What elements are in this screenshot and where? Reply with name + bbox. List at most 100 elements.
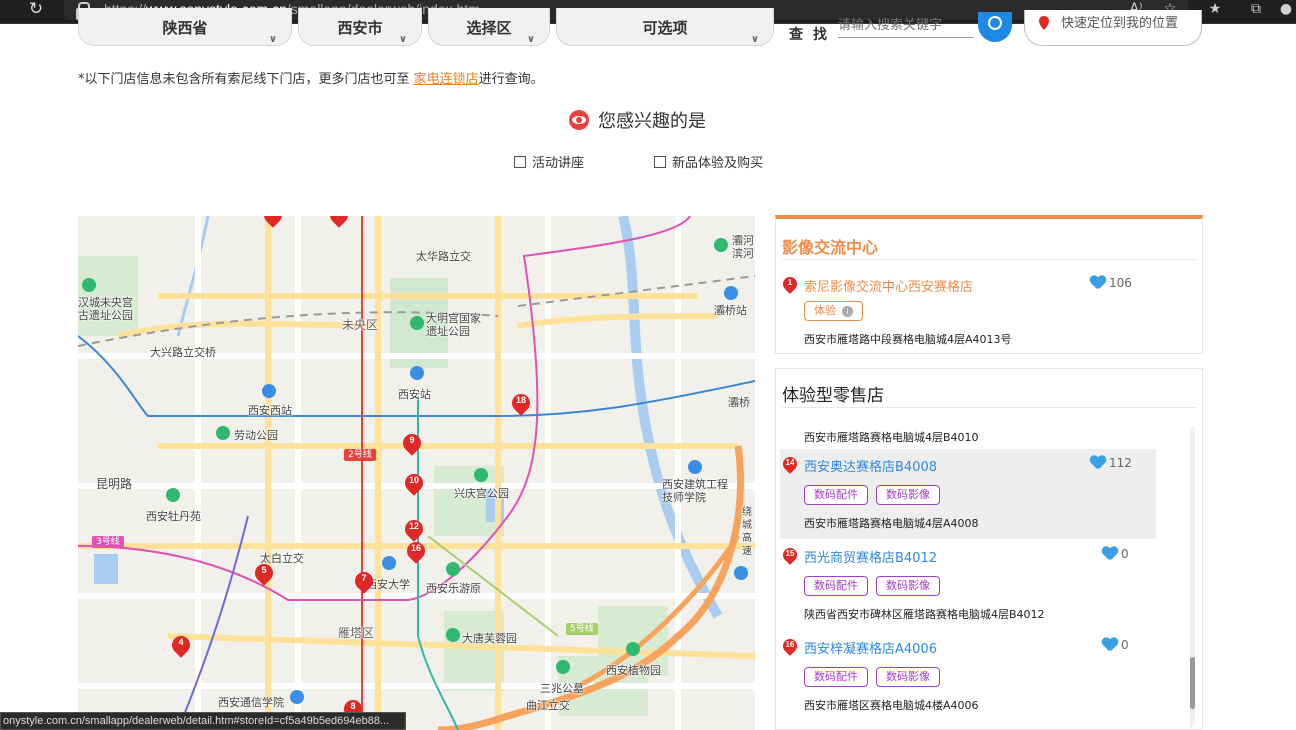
map-label: 汉城未央宫古遗址公园: [78, 296, 133, 322]
map-label: 兴庆宫公园: [454, 487, 509, 500]
map-label: 灞桥: [728, 396, 750, 409]
map-label: 曲江立交: [526, 699, 570, 712]
refresh-icon[interactable]: ↻: [26, 0, 46, 20]
store-name-link[interactable]: 索尼影像交流中心西安赛格店: [804, 276, 973, 295]
store-marker[interactable]: 16: [403, 538, 429, 566]
map-label: 西安乐游原: [426, 582, 481, 595]
map-label: 大唐芙蓉园: [462, 632, 517, 645]
chevron-down-icon: ∨: [526, 34, 535, 45]
store-marker[interactable]: [260, 216, 286, 230]
store-pin-icon: 1: [780, 274, 800, 297]
likes-count[interactable]: 0: [1102, 638, 1129, 652]
school-icon: [382, 556, 396, 570]
map-label: 三兆公墓: [540, 682, 584, 695]
experience-tag[interactable]: 体验 i: [804, 301, 863, 321]
status-link-preview: onystyle.com.cn/smallapp/dealerweb/detai…: [0, 712, 406, 730]
service-tag[interactable]: 数码配件: [804, 485, 868, 505]
store-item[interactable]: 14 西安奥达赛格店B4008 112 数码配件 数码影像 西安市雁塔路赛格电脑…: [780, 449, 1156, 539]
optional-select[interactable]: 可选项 ∨: [556, 8, 774, 46]
likes-count[interactable]: 0: [1102, 547, 1129, 561]
store-address: 陕西省西安市碑林区雁塔路赛格电脑城4层B4012: [804, 608, 1045, 621]
park-icon: [82, 278, 96, 292]
store-marker[interactable]: 5: [251, 560, 277, 588]
school-icon: [688, 460, 702, 474]
service-tag[interactable]: 数码影像: [876, 576, 940, 596]
metro-line-badge: 5号线: [566, 623, 598, 635]
locate-me-button[interactable]: 快速定位到我的位置: [1024, 10, 1202, 46]
store-marker[interactable]: 10: [401, 470, 427, 498]
scrollbar-thumb[interactable]: [1190, 657, 1195, 709]
metro-line-badge: 2号线: [344, 449, 376, 461]
chevron-down-icon: ∨: [268, 34, 277, 45]
store-marker[interactable]: 18: [508, 390, 534, 418]
divider: [782, 407, 1196, 408]
store-notice: *以下门店信息未包含所有索尼线下门店，更多门店也可至 家电连锁店进行查询。: [78, 72, 544, 87]
park-icon: [410, 316, 424, 330]
park-icon: [446, 562, 460, 576]
store-name-link[interactable]: 西安奥达赛格店B4008: [804, 456, 937, 475]
checkbox-lecture[interactable]: 活动讲座: [514, 152, 584, 171]
store-marker[interactable]: [326, 216, 352, 230]
map-label: 绕城高速: [742, 507, 752, 557]
store-map[interactable]: 太华路立交 未央区 大明宫国家遗址公园 汉城未央宫古遗址公园 大兴路立交桥 西安…: [78, 216, 755, 730]
store-item[interactable]: 15 西光商贸赛格店B4012 0 数码配件 数码影像 陕西省西安市碑林区雁塔路…: [780, 540, 1156, 630]
store-list-scrollbar[interactable]: [1190, 427, 1195, 727]
service-tag[interactable]: 数码配件: [804, 667, 868, 687]
map-label: 大明宫国家遗址公园: [426, 312, 481, 338]
store-name-link[interactable]: 西光商贸赛格店B4012: [804, 547, 937, 566]
chain-store-link[interactable]: 家电连锁店: [414, 72, 479, 87]
store-address: 西安市雁塔路中段赛格电脑城4层A4013号: [804, 333, 1012, 346]
store-pin-icon: 14: [780, 454, 800, 477]
map-label: 西安牡丹苑: [146, 510, 201, 523]
map-label: 大兴路立交桥: [150, 346, 216, 359]
store-marker[interactable]: 9: [399, 430, 425, 458]
checkbox-box[interactable]: [514, 155, 526, 168]
store-item[interactable]: 1 索尼影像交流中心西安赛格店 106 体验 i 西安市雁塔路中段赛格电脑城4层A…: [780, 269, 1156, 353]
store-address: 西安市雁塔路赛格电脑城4层B4010: [804, 431, 979, 444]
checkbox-box[interactable]: [654, 155, 666, 168]
info-icon[interactable]: i: [842, 305, 853, 317]
likes-count[interactable]: 106: [1090, 276, 1132, 290]
service-tag[interactable]: 数码配件: [804, 576, 868, 596]
heart-icon: [1102, 638, 1118, 652]
park-icon: [714, 238, 728, 252]
panel-title: 影像交流中心: [782, 238, 879, 257]
metro-line-badge: 3号线: [92, 536, 124, 548]
city-select[interactable]: 西安市 ∨: [298, 8, 422, 46]
train-station-icon: [734, 566, 748, 580]
service-tag[interactable]: 数码影像: [876, 485, 940, 505]
chevron-down-icon: ∨: [398, 34, 407, 45]
eye-icon: [569, 110, 589, 130]
search-button[interactable]: [978, 12, 1012, 42]
page: ↻ https://www.sonystyle.com.cn/smallapp/…: [0, 0, 1296, 730]
collections-icon[interactable]: ⧉: [1246, 0, 1266, 20]
heart-icon: [1102, 547, 1118, 561]
map-label: 昆明路: [96, 477, 133, 491]
district-select[interactable]: 选择区 ∨: [428, 8, 550, 46]
train-station-icon: [410, 366, 424, 380]
map-label: 西安植物园: [606, 664, 661, 677]
park-icon: [626, 642, 640, 656]
store-name-link[interactable]: 西安梓凝赛格店A4006: [804, 638, 937, 657]
favorites-icon[interactable]: ★: [1205, 0, 1225, 20]
profile-icon[interactable]: ●: [1276, 0, 1296, 20]
province-select[interactable]: 陕西省 ∨: [78, 8, 292, 46]
store-marker[interactable]: 4: [168, 632, 194, 660]
map-label: 劳动公园: [234, 429, 278, 442]
search-label: 查找: [789, 27, 837, 43]
checkbox-new-product[interactable]: 新品体验及购买: [654, 152, 763, 171]
map-label: 雁塔区: [338, 626, 375, 640]
service-tag[interactable]: 数码影像: [876, 667, 940, 687]
store-marker[interactable]: 12: [401, 516, 427, 544]
likes-count[interactable]: 112: [1090, 456, 1132, 470]
store-pin-icon: 16: [780, 636, 800, 659]
store-marker[interactable]: 7: [351, 568, 377, 596]
chevron-down-icon: ∨: [750, 34, 759, 45]
map-label: 西安通信学院: [218, 696, 284, 709]
imaging-center-panel: 影像交流中心 1 索尼影像交流中心西安赛格店 106 体验 i 西安市雁塔路中段赛…: [775, 215, 1203, 354]
map-label: 西安西站: [248, 404, 292, 417]
search-input[interactable]: [838, 14, 974, 38]
train-station-icon: [724, 286, 738, 300]
store-item[interactable]: 16 西安梓凝赛格店A4006 0 数码配件 数码影像 西安市雁塔区赛格电脑城4…: [780, 631, 1156, 721]
train-station-icon: [262, 384, 276, 398]
